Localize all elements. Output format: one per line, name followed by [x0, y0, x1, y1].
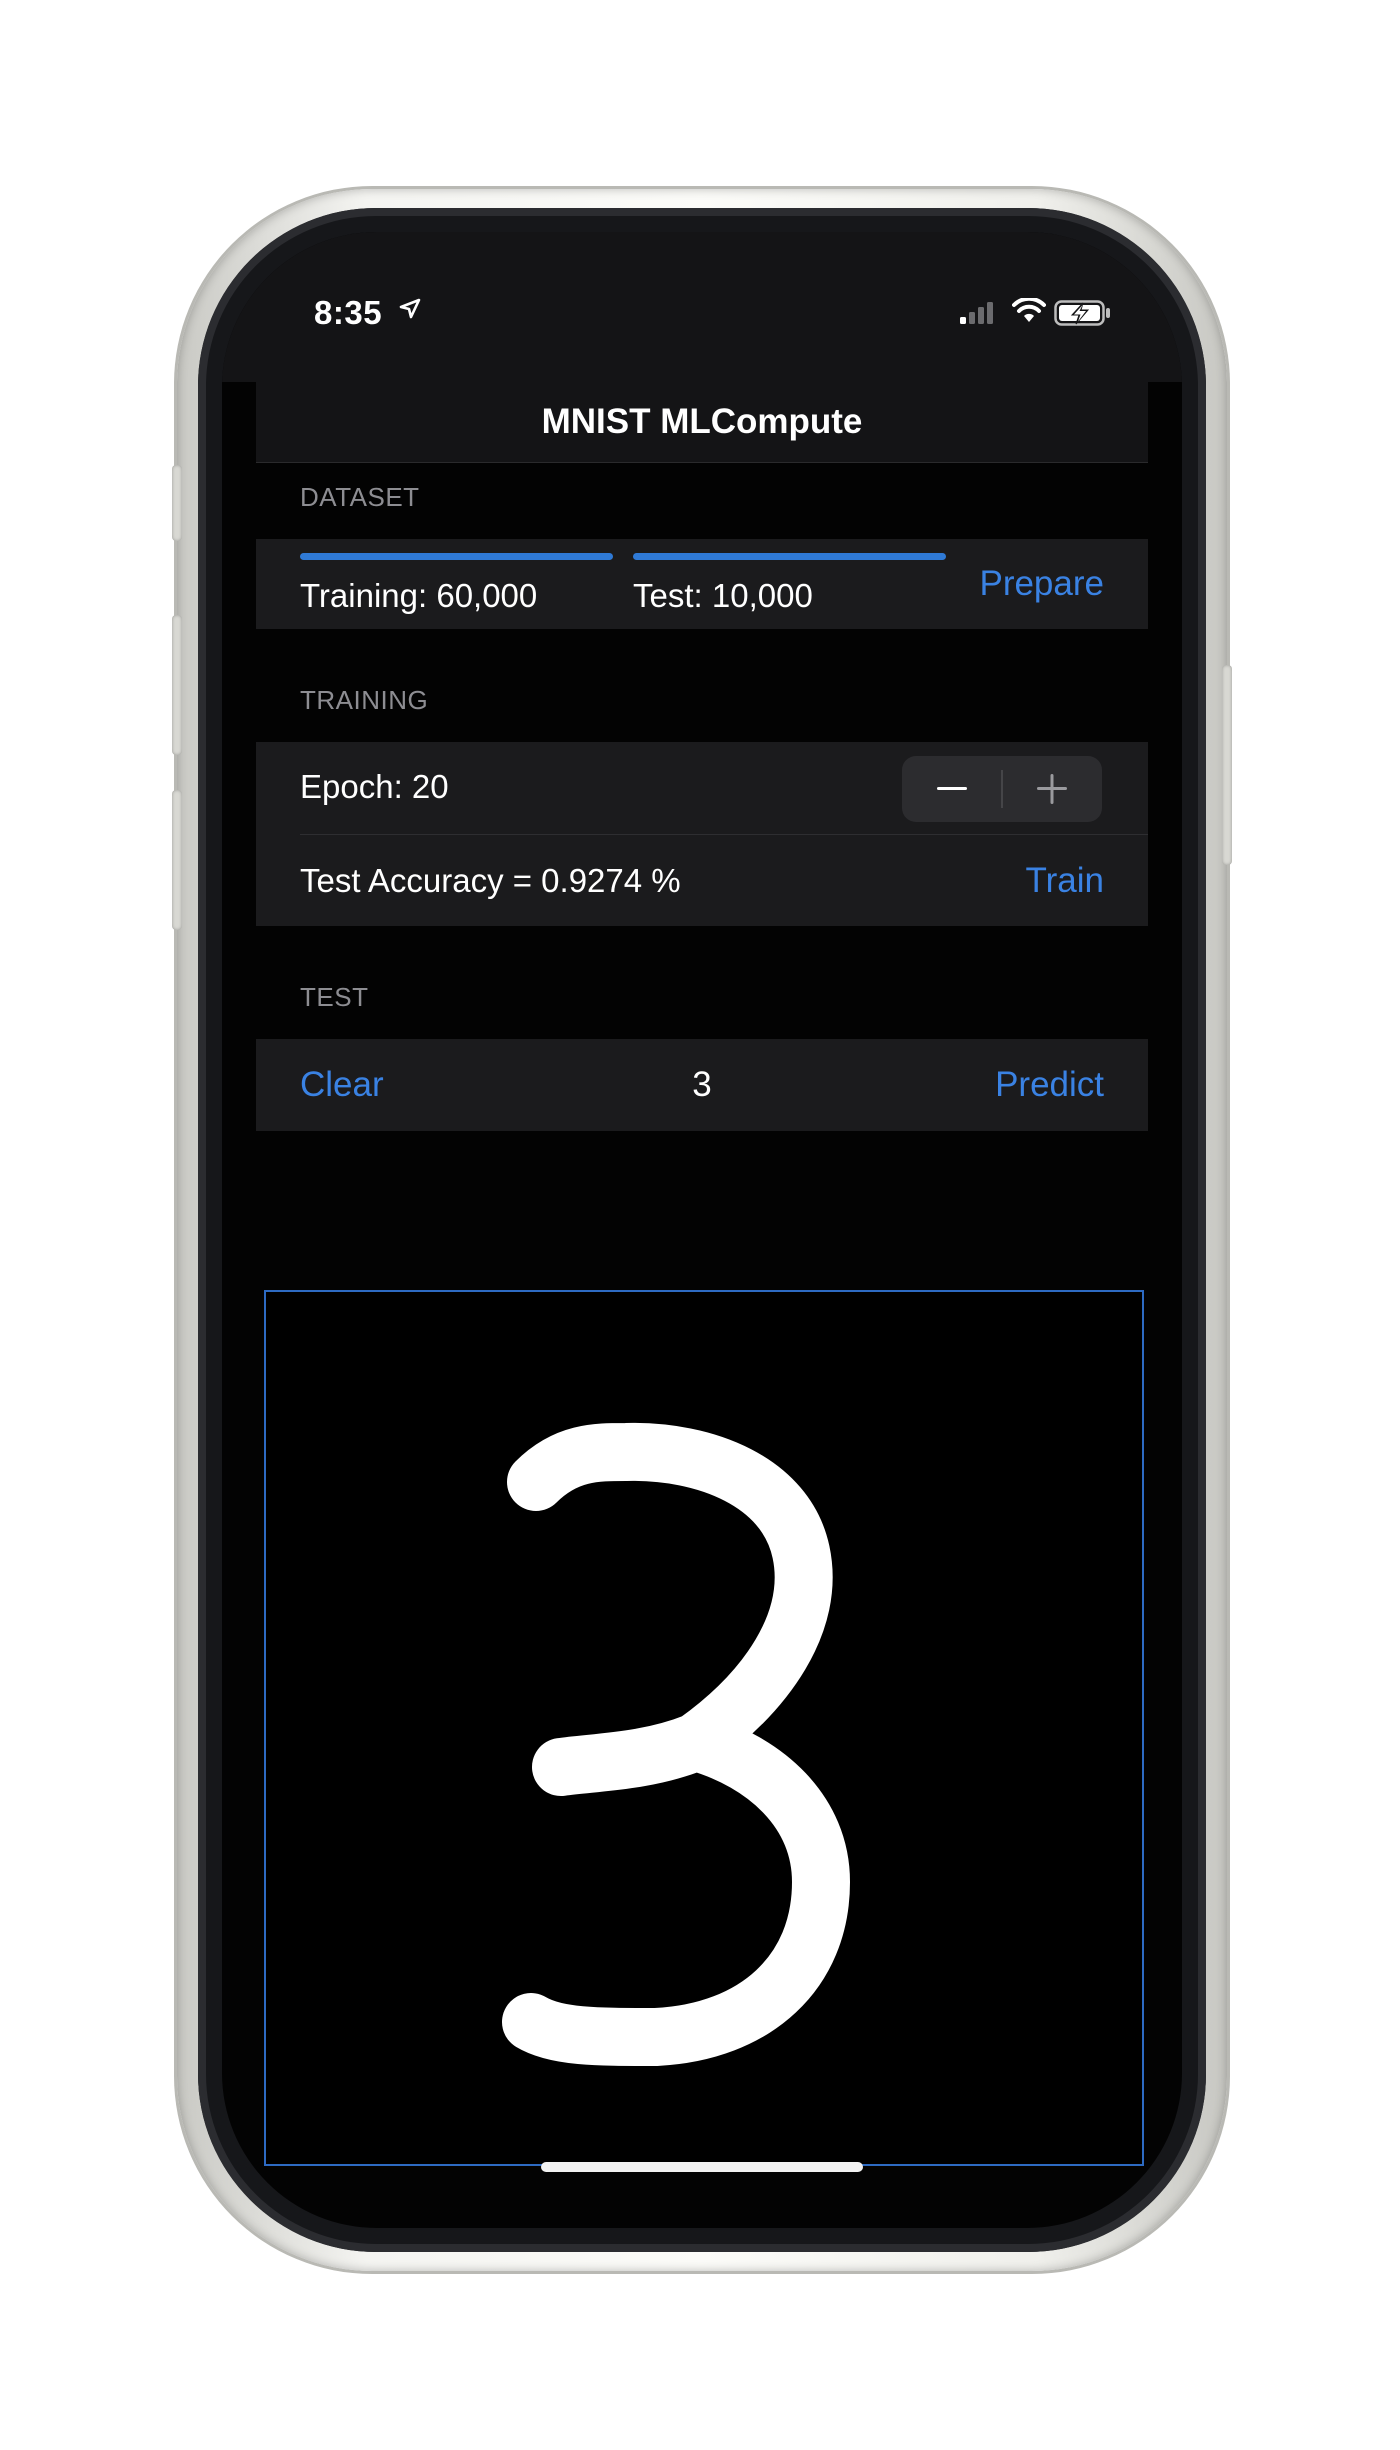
phone-screen: 8:35 MNIST MLCompute DATASET Training: 6… [222, 232, 1182, 2228]
test-accuracy-label: Test Accuracy = 0.9274 % [300, 862, 681, 899]
power-button [1222, 665, 1232, 865]
test-progress-fill [633, 553, 946, 560]
handwritten-digit-stroke [502, 1422, 850, 2066]
volume-up-button [172, 615, 182, 755]
test-section-header: TEST [300, 982, 369, 1012]
training-progress-bar [300, 553, 613, 560]
drawing-canvas[interactable] [264, 1290, 1144, 2166]
test-count-label: Test: 10,000 [633, 577, 813, 614]
volume-down-button [172, 790, 182, 930]
training-progress-fill [300, 553, 613, 560]
mute-switch [172, 465, 182, 541]
dataset-section-header: DATASET [300, 482, 420, 512]
row-separator [300, 834, 1148, 835]
dataset-group: Training: 60,000 Test: 10,000 Prepare [256, 539, 1148, 629]
epoch-increment-button[interactable] [1002, 756, 1102, 822]
nav-title: MNIST MLCompute [541, 402, 863, 441]
minus-icon [937, 787, 967, 790]
status-time: 8:35 [314, 294, 383, 331]
cellular-signal-icon [960, 302, 993, 324]
training-group: Epoch: 20 Test Accuracy = 0.9274 % Train [256, 742, 1148, 926]
train-button[interactable]: Train [1026, 861, 1104, 901]
prepare-button[interactable]: Prepare [979, 564, 1104, 604]
predict-button[interactable]: Predict [995, 1065, 1104, 1105]
home-indicator[interactable] [541, 2162, 863, 2172]
wifi-icon [1012, 298, 1046, 322]
training-count-label: Training: 60,000 [300, 577, 538, 614]
epoch-stepper [902, 756, 1102, 822]
status-bar: 8:35 [222, 232, 1182, 382]
location-arrow-icon [399, 298, 421, 319]
epoch-decrement-button[interactable] [902, 756, 1002, 822]
epoch-label: Epoch: 20 [300, 768, 449, 805]
training-section-header: TRAINING [300, 685, 429, 715]
battery-charging-icon [1054, 300, 1110, 326]
navigation-bar: MNIST MLCompute [256, 382, 1148, 463]
test-progress-bar [633, 553, 946, 560]
plus-icon [1037, 774, 1067, 804]
test-group: Clear 3 Predict [256, 1039, 1148, 1131]
